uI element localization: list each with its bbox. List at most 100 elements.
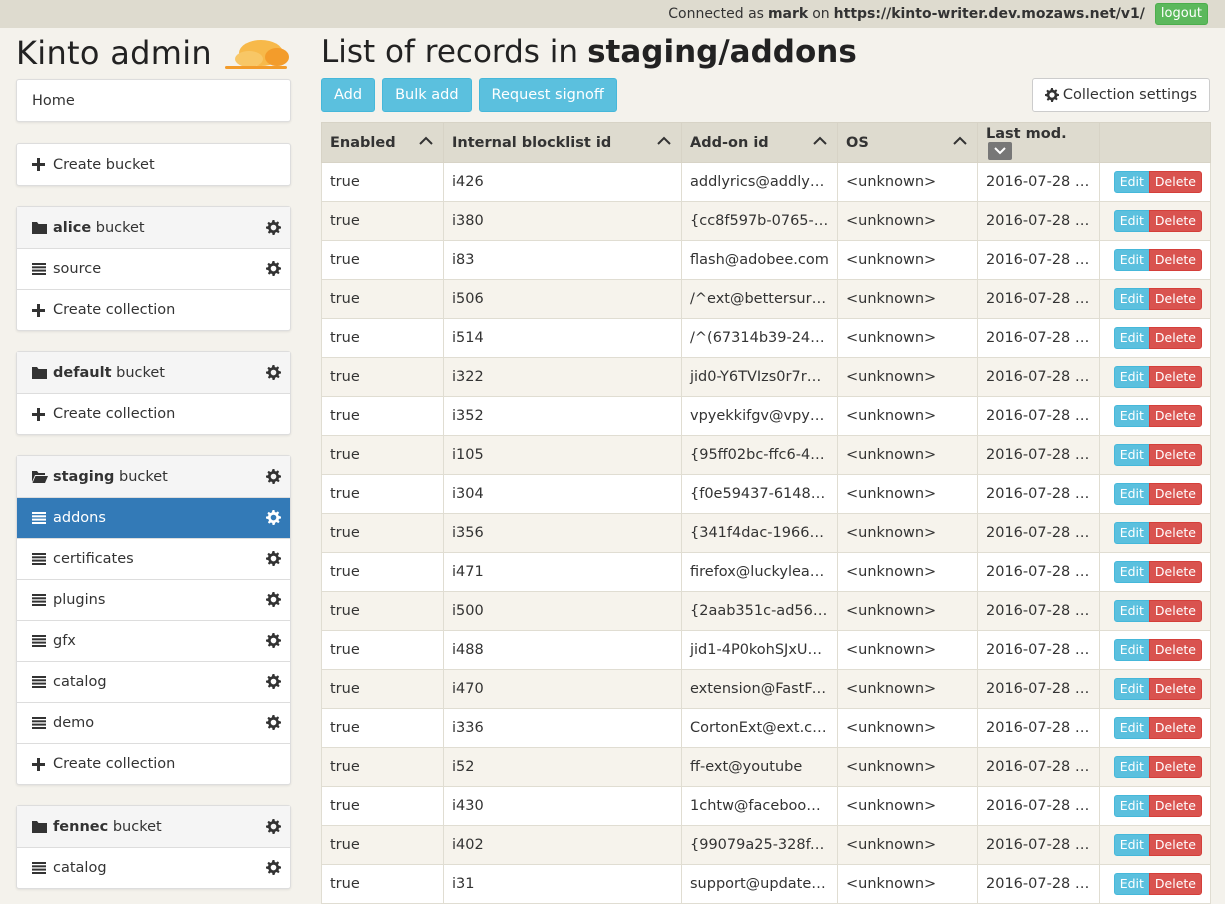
sidebar-collection-gfx[interactable]: gfx (17, 620, 290, 661)
edit-button[interactable]: Edit (1113, 717, 1150, 739)
delete-button[interactable]: Delete (1148, 756, 1202, 778)
gear-icon[interactable] (266, 633, 282, 649)
sidebar-collection-demo[interactable]: demo (17, 702, 290, 743)
edit-button[interactable]: Edit (1113, 405, 1150, 427)
bucket-header-staging[interactable]: staging bucket (17, 456, 290, 497)
gear-icon[interactable] (266, 510, 282, 526)
table-row[interactable]: truei380{cc8f597b-0765-404e-a575-82aefbd… (321, 201, 1211, 241)
gear-icon[interactable] (266, 551, 282, 567)
create-collection-alice[interactable]: Create collection (17, 289, 290, 330)
delete-button[interactable]: Delete (1148, 561, 1202, 583)
bucket-header-fennec[interactable]: fennec bucket (17, 806, 290, 847)
table-row[interactable]: truei352vpyekkifgv@vpyekkifgv.org<unknow… (321, 396, 1211, 436)
add-button[interactable]: Add (321, 78, 376, 112)
edit-button[interactable]: Edit (1113, 522, 1150, 544)
delete-button[interactable]: Delete (1148, 795, 1202, 817)
table-row[interactable]: truei470extension@FastFreeConverter.com<… (321, 669, 1211, 709)
delete-button[interactable]: Delete (1148, 327, 1202, 349)
edit-button[interactable]: Edit (1113, 834, 1150, 856)
gear-icon[interactable] (266, 860, 282, 876)
delete-button[interactable]: Delete (1148, 210, 1202, 232)
sidebar-collection-source[interactable]: source (17, 248, 290, 289)
table-row[interactable]: truei31support@update-firefox.com<unknow… (321, 864, 1211, 904)
delete-button[interactable]: Delete (1148, 288, 1202, 310)
edit-button[interactable]: Edit (1113, 756, 1150, 778)
sidebar-collection-catalog-fennec[interactable]: catalog (17, 847, 290, 888)
sidebar-item-home[interactable]: Home (17, 80, 290, 121)
table-row[interactable]: true i471 firefox@luckyleap.net <unknown> 20… (321, 552, 1211, 592)
edit-button[interactable]: Edit (1113, 249, 1150, 271)
logout-button[interactable]: logout (1154, 3, 1208, 25)
table-row[interactable]: truei514/^(67314b39-24e6-4f05<unknown>20… (321, 318, 1211, 358)
sidebar-collection-addons[interactable]: addons (17, 497, 290, 538)
delete-button[interactable]: Delete (1148, 405, 1202, 427)
edit-button[interactable]: Edit (1113, 444, 1150, 466)
edit-button[interactable]: Edit (1113, 483, 1150, 505)
edit-button[interactable]: Edit (1113, 210, 1150, 232)
edit-button[interactable]: Edit (1113, 600, 1150, 622)
table-row[interactable]: true i430 1chtw@facebook.com <unknown> 2016-… (321, 786, 1211, 826)
delete-button[interactable]: Delete (1148, 834, 1202, 856)
edit-button[interactable]: Edit (1113, 639, 1150, 661)
gear-icon[interactable] (266, 592, 282, 608)
create-collection-default[interactable]: Create collection (17, 393, 290, 434)
chevron-down-icon[interactable] (988, 141, 1012, 160)
delete-button[interactable]: Delete (1148, 717, 1202, 739)
column-header-addon-id[interactable]: Add-on id (681, 122, 838, 163)
sidebar-collection-certificates[interactable]: certificates (17, 538, 290, 579)
table-row[interactable]: truei304{f0e59437-6148-4a98-b0a6-60d557e… (321, 474, 1211, 514)
edit-button[interactable]: Edit (1113, 873, 1150, 895)
delete-button[interactable]: Delete (1148, 483, 1202, 505)
table-row[interactable]: truei322jid0-Y6TVIzs0r7r4xkOogmJPNAGFGBw… (321, 357, 1211, 397)
delete-button[interactable]: Delete (1148, 249, 1202, 271)
delete-button[interactable]: Delete (1148, 678, 1202, 700)
bucket-header-default[interactable]: default bucket (17, 352, 290, 393)
edit-button[interactable]: Edit (1113, 288, 1150, 310)
create-bucket-button[interactable]: Create bucket (17, 144, 290, 185)
delete-button[interactable]: Delete (1148, 444, 1202, 466)
gear-icon[interactable] (266, 219, 282, 236)
delete-button[interactable]: Delete (1148, 873, 1202, 895)
brand-title[interactable]: Kinto admin (16, 34, 212, 72)
column-header-os[interactable]: OS (837, 122, 978, 163)
delete-button[interactable]: Delete (1148, 600, 1202, 622)
sidebar-collection-plugins[interactable]: plugins (17, 579, 290, 620)
edit-button[interactable]: Edit (1113, 327, 1150, 349)
table-row[interactable]: truei402{99079a25-328f-4bd4-be04-00955ac… (321, 825, 1211, 865)
edit-button[interactable]: Edit (1113, 366, 1150, 388)
request-signoff-button[interactable]: Request signoff (478, 78, 617, 112)
chevron-up-icon[interactable] (657, 136, 671, 146)
table-row[interactable]: true i83 flash@adobee.com <unknown> 2016-07-… (321, 240, 1211, 280)
chevron-up-icon[interactable] (813, 136, 827, 146)
table-row[interactable]: true i336 CortonExt@ext.com <unknown> 2016-0… (321, 708, 1211, 748)
gear-icon[interactable] (266, 468, 282, 485)
table-row[interactable]: truei356{341f4dac-1966-47ff-aacf-0ce175f… (321, 513, 1211, 553)
table-row[interactable]: truei105{95ff02bc-ffc6-45f0-a5c8-619b822… (321, 435, 1211, 475)
create-collection-staging[interactable]: Create collection (17, 743, 290, 784)
bucket-header-alice[interactable]: alice bucket (17, 207, 290, 248)
edit-button[interactable]: Edit (1113, 561, 1150, 583)
sidebar-collection-catalog[interactable]: catalog (17, 661, 290, 702)
column-header-blocklist-id[interactable]: Internal blocklist id (443, 122, 682, 163)
gear-icon[interactable] (266, 674, 282, 690)
gear-icon[interactable] (266, 364, 282, 381)
chevron-up-icon[interactable] (953, 136, 967, 146)
edit-button[interactable]: Edit (1113, 171, 1150, 193)
delete-button[interactable]: Delete (1148, 639, 1202, 661)
gear-icon[interactable] (266, 715, 282, 731)
delete-button[interactable]: Delete (1148, 522, 1202, 544)
table-row[interactable]: truei488jid1-4P0kohSJxU1qGg@jetpack<unkn… (321, 630, 1211, 670)
table-row[interactable]: truei426addlyrics@addlyrics.net<unknown>… (321, 162, 1211, 202)
collection-settings-button[interactable]: Collection settings (1031, 78, 1210, 112)
delete-button[interactable]: Delete (1148, 171, 1202, 193)
column-header-last-mod[interactable]: Last mod. (977, 122, 1100, 163)
edit-button[interactable]: Edit (1113, 795, 1150, 817)
delete-button[interactable]: Delete (1148, 366, 1202, 388)
gear-icon[interactable] (266, 818, 282, 835)
table-row[interactable]: truei500{2aab351c-ad56-444c-b935-38bffe1… (321, 591, 1211, 631)
chevron-up-icon[interactable] (419, 136, 433, 146)
table-row[interactable]: true i52 ff-ext@youtube <unknown> 2016-07-28… (321, 747, 1211, 787)
bulk-add-button[interactable]: Bulk add (382, 78, 472, 112)
edit-button[interactable]: Edit (1113, 678, 1150, 700)
table-row[interactable]: true i506/^ext@bettersurfplus <unknown> 201… (321, 279, 1211, 319)
